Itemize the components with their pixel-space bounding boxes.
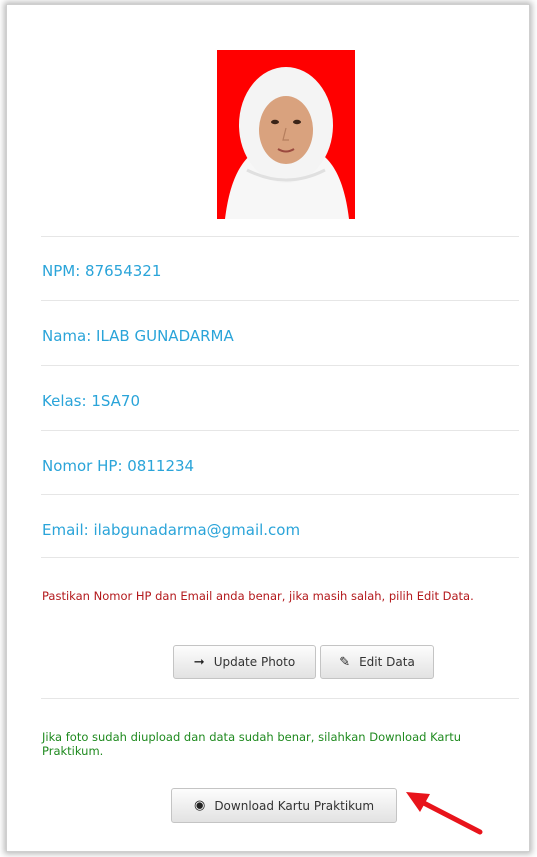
profile-photo bbox=[217, 50, 355, 219]
divider bbox=[41, 236, 519, 237]
divider bbox=[41, 365, 519, 366]
divider bbox=[41, 698, 519, 699]
circle-arrow-icon: ◉ bbox=[193, 798, 206, 813]
edit-icon: ✎ bbox=[339, 654, 351, 670]
update-photo-button[interactable]: ➞ Update Photo bbox=[173, 645, 316, 679]
download-kartu-praktikum-button[interactable]: ◉ Download Kartu Praktikum bbox=[171, 788, 397, 823]
profile-card: NPM: 87654321 Nama: ILAB GUNADARMA Kelas… bbox=[6, 4, 530, 852]
edit-data-button[interactable]: ✎ Edit Data bbox=[320, 645, 434, 679]
update-photo-label: Update Photo bbox=[213, 655, 296, 669]
nomor-hp-text: Nomor HP: 0811234 bbox=[42, 457, 195, 475]
email-text: Email: ilabgunadarma@gmail.com bbox=[42, 521, 301, 539]
divider bbox=[41, 494, 519, 495]
kelas-text: Kelas: 1SA70 bbox=[42, 392, 141, 410]
divider bbox=[41, 300, 519, 301]
download-label: Download Kartu Praktikum bbox=[214, 798, 375, 813]
edit-warning-text: Pastikan Nomor HP dan Email anda benar, … bbox=[42, 589, 474, 603]
npm-text: NPM: 87654321 bbox=[42, 262, 162, 280]
download-info-text: Jika foto sudah diupload dan data sudah … bbox=[42, 730, 461, 758]
divider bbox=[41, 430, 519, 431]
login-icon: ➞ bbox=[193, 654, 205, 670]
divider bbox=[41, 557, 519, 558]
red-arrow-icon bbox=[406, 792, 483, 835]
nama-text: Nama: ILAB GUNADARMA bbox=[42, 327, 234, 345]
edit-data-label: Edit Data bbox=[359, 655, 415, 669]
